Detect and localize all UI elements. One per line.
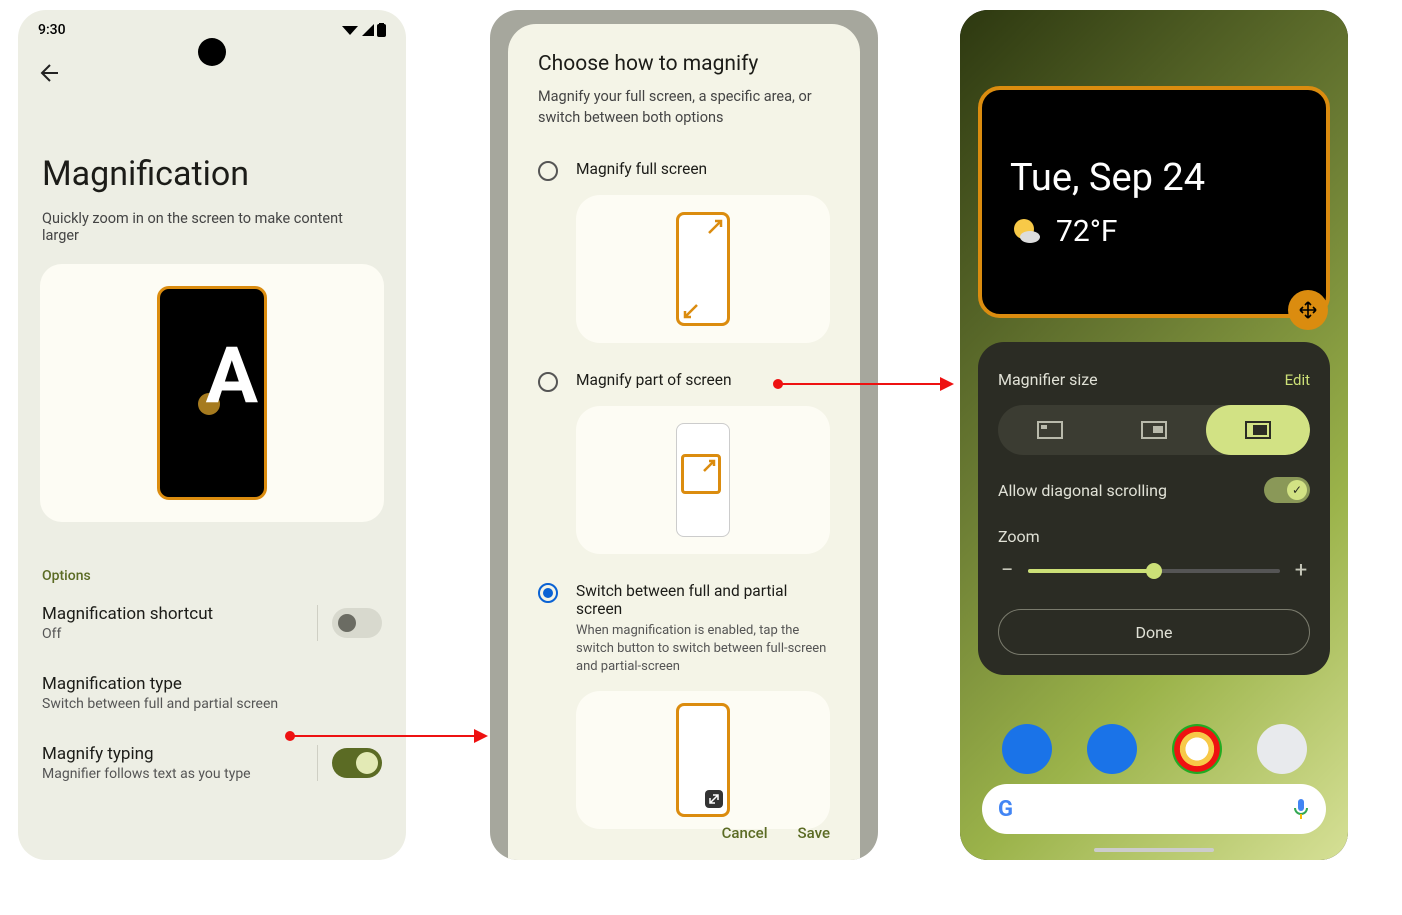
setting-title: Magnification shortcut — [42, 604, 213, 624]
dialog-sheet: Choose how to magnify Magnify your full … — [508, 24, 860, 860]
preview-phone: A — [157, 286, 267, 500]
settings-magnification-screen: 9:30 Magnification Quickly zoom in on th… — [18, 10, 406, 860]
move-icon — [1298, 300, 1318, 320]
page-subtitle: Quickly zoom in on the screen to make co… — [18, 202, 406, 260]
option-label: Magnify full screen — [576, 160, 707, 178]
partial-window — [681, 454, 721, 494]
size-large-selected[interactable] — [1206, 405, 1310, 455]
nav-bar[interactable] — [1094, 848, 1214, 852]
option-switch-both[interactable]: Switch between full and partial screen W… — [538, 572, 830, 683]
done-button[interactable]: Done — [998, 609, 1310, 655]
camera-app[interactable] — [1257, 724, 1307, 774]
weather-icon — [1010, 215, 1042, 247]
chrome-app[interactable] — [1172, 724, 1222, 774]
magnifier-settings-panel: Magnifier size Edit Allow diagonal scrol… — [978, 342, 1330, 675]
radio[interactable] — [538, 161, 558, 181]
preview-switch — [676, 703, 730, 817]
expand-icon — [702, 459, 716, 473]
expand-icon — [707, 219, 723, 235]
move-handle[interactable] — [1288, 290, 1328, 330]
option-desc: When magnification is enabled, tap the s… — [576, 618, 830, 677]
setting-title: Magnify typing — [42, 744, 251, 764]
slider-fill — [1028, 569, 1154, 573]
page-title: Magnification — [18, 94, 406, 202]
clock: 9:30 — [38, 22, 66, 38]
magnify-typing-toggle[interactable] — [332, 748, 382, 778]
zoom-in-button[interactable]: + — [1292, 558, 1310, 583]
expand-icon — [683, 303, 699, 319]
option-label: Magnify part of screen — [576, 371, 732, 389]
search-bar[interactable]: G — [982, 784, 1326, 834]
phone-app[interactable] — [1002, 724, 1052, 774]
setting-title: Magnification type — [42, 674, 278, 694]
switch-badge — [705, 790, 723, 808]
divider — [317, 605, 318, 641]
save-button[interactable]: Save — [798, 824, 830, 842]
size-segmented-control[interactable] — [998, 405, 1310, 455]
widget-weather: 72°F — [1010, 200, 1298, 249]
edit-button[interactable]: Edit — [1285, 371, 1310, 389]
divider — [317, 745, 318, 781]
cancel-button[interactable]: Cancel — [722, 824, 768, 842]
setting-sub: Switch between full and partial screen — [42, 694, 278, 712]
zoom-slider[interactable] — [1028, 569, 1280, 573]
magnify-typing-row[interactable]: Magnify typing Magnifier follows text as… — [18, 728, 406, 798]
diagonal-scroll-label: Allow diagonal scrolling — [998, 481, 1167, 500]
dialog-title: Choose how to magnify — [538, 52, 830, 86]
preview-letter: A — [206, 331, 258, 422]
preview-full — [676, 212, 730, 326]
zoom-slider-row: − + — [998, 546, 1310, 593]
wifi-icon — [341, 23, 359, 37]
mic-icon[interactable] — [1292, 798, 1310, 820]
preview-partial — [676, 423, 730, 537]
slider-thumb[interactable] — [1146, 563, 1162, 579]
radio-selected[interactable] — [538, 583, 558, 603]
switch-icon — [709, 794, 719, 804]
size-small-icon — [1037, 421, 1063, 439]
option-preview — [576, 691, 830, 829]
dialog-description: Magnify your full screen, a specific are… — [538, 86, 830, 150]
back-arrow-icon — [38, 62, 60, 84]
battery-icon — [377, 23, 386, 37]
panel-title: Magnifier size — [998, 370, 1098, 389]
option-preview — [576, 195, 830, 343]
shortcut-toggle[interactable] — [332, 608, 382, 638]
magnify-type-dialog-screen: Choose how to magnify Magnify your full … — [490, 10, 878, 860]
zoom-label: Zoom — [998, 507, 1310, 546]
magnifier-overlay-screen: 12:00 5G Tue, Sep 24 72°F Magnifier size… — [960, 10, 1348, 860]
setting-sub: Magnifier follows text as you type — [42, 764, 251, 782]
magnification-type-row[interactable]: Magnification type Switch between full a… — [18, 658, 406, 728]
size-medium-icon — [1141, 421, 1167, 439]
diagonal-scroll-toggle[interactable] — [1264, 477, 1310, 503]
magnifier-window[interactable]: Tue, Sep 24 72°F — [978, 86, 1330, 318]
zoom-out-button[interactable]: − — [998, 558, 1016, 583]
magnification-shortcut-row[interactable]: Magnification shortcut Off — [18, 588, 406, 658]
signal-icon — [361, 23, 375, 37]
status-icons — [341, 23, 386, 37]
radio[interactable] — [538, 372, 558, 392]
option-part-screen[interactable]: Magnify part of screen — [538, 361, 830, 398]
google-logo-icon: G — [998, 797, 1013, 822]
option-full-screen[interactable]: Magnify full screen — [538, 150, 830, 187]
options-section-label: Options — [18, 526, 406, 588]
magnification-preview: A — [40, 264, 384, 522]
temperature: 72°F — [1056, 214, 1118, 249]
setting-sub: Off — [42, 624, 213, 642]
camera-cutout — [198, 38, 226, 66]
messages-app[interactable] — [1087, 724, 1137, 774]
size-small[interactable] — [998, 405, 1102, 455]
flow-arrow-1 — [290, 735, 486, 737]
option-label: Switch between full and partial screen — [576, 582, 830, 618]
flow-arrow-2 — [778, 383, 952, 385]
app-dock — [960, 724, 1348, 774]
option-preview — [576, 406, 830, 554]
size-medium[interactable] — [1102, 405, 1206, 455]
widget-date: Tue, Sep 24 — [1010, 156, 1298, 200]
size-large-icon — [1245, 421, 1271, 439]
